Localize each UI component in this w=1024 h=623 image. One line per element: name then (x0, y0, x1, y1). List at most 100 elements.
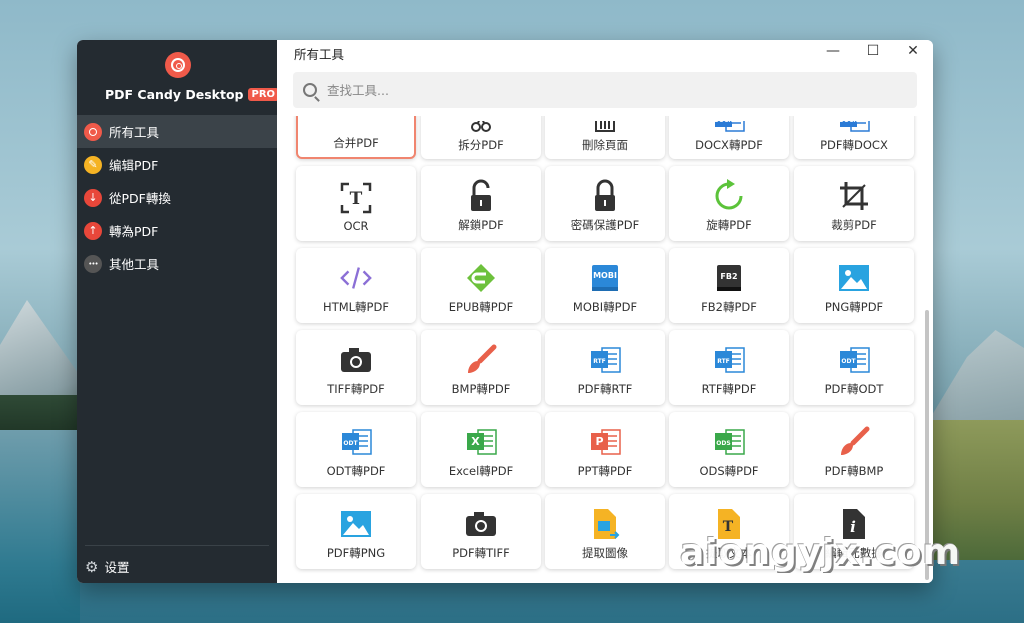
search-bar[interactable] (293, 72, 917, 108)
settings-button[interactable]: ⚙ 设置 (85, 557, 129, 576)
tool-tile[interactable]: PNG轉PDF (794, 248, 914, 323)
odt-icon: ODT (339, 425, 373, 459)
desktop-mountain-right (929, 330, 1024, 420)
settings-label: 设置 (104, 560, 130, 575)
tool-label: 刪除頁面 (582, 138, 628, 152)
sidebar-item-3[interactable]: ↑ 轉為PDF (77, 214, 277, 247)
sidebar-item-label: 编辑PDF (109, 158, 159, 173)
tool-tile[interactable]: 合并PDF (296, 116, 416, 159)
tool-tile[interactable]: 密碼保護PDF (545, 166, 665, 241)
svg-text:T: T (350, 189, 363, 209)
tool-tile[interactable]: PDF轉PNG (296, 494, 416, 569)
tool-tile[interactable]: MOBI MOBI轉PDF (545, 248, 665, 323)
docx-icon: DOCX (712, 121, 746, 135)
rtf-icon: RTF (588, 343, 622, 377)
scrollbar[interactable] (925, 120, 929, 580)
mobi-icon: MOBI (588, 261, 622, 295)
tool-tile[interactable]: HTML轉PDF (296, 248, 416, 323)
epub-icon (464, 261, 498, 295)
sidebar-item-0[interactable]: 所有工具 (77, 115, 277, 148)
tool-tile[interactable]: ODT ODT轉PDF (296, 412, 416, 487)
tool-tile[interactable]: DOCX PDF轉DOCX (794, 116, 914, 159)
main-panel: 所有工具 — ☐ ✕ 合并PDF拆分PDF刪除頁面DOCXDOCX轉PDFDOC… (277, 40, 933, 583)
tool-tile[interactable]: T OCR (296, 166, 416, 241)
tool-tile[interactable]: TIFF轉PDF (296, 330, 416, 405)
tool-tile[interactable]: 裁剪PDF (794, 166, 914, 241)
search-input[interactable] (327, 82, 887, 98)
sidebar-item-2[interactable]: ↓ 從PDF轉換 (77, 181, 277, 214)
ods-icon: ODS (712, 425, 746, 459)
tool-label: FB2轉PDF (701, 300, 757, 314)
tool-tile[interactable]: P PPT轉PDF (545, 412, 665, 487)
tool-tile[interactable]: 拆分PDF (421, 116, 541, 159)
tool-tile[interactable]: 旋轉PDF (669, 166, 789, 241)
tool-tile[interactable]: PDF轉BMP (794, 412, 914, 487)
tool-label: 合并PDF (333, 136, 379, 150)
tool-tile[interactable]: ODT PDF轉ODT (794, 330, 914, 405)
gear-icon: ⚙ (85, 557, 99, 576)
tool-tile[interactable]: EPUB轉PDF (421, 248, 541, 323)
tool-label: PDF轉BMP (824, 464, 884, 478)
tool-tile[interactable]: DOCX DOCX轉PDF (669, 116, 789, 159)
tool-label: DOCX轉PDF (695, 138, 763, 152)
tool-tile[interactable]: FB2 FB2轉PDF (669, 248, 789, 323)
tool-label: MOBI轉PDF (572, 300, 638, 314)
unlock-icon (464, 179, 498, 213)
crop-icon (837, 179, 871, 213)
pro-badge: PRO (247, 88, 280, 101)
svg-text:ODT: ODT (841, 358, 856, 365)
tool-tile[interactable]: RTF RTF轉PDF (669, 330, 789, 405)
svg-text:FB2: FB2 (720, 272, 737, 281)
sidebar-item-label: 轉為PDF (109, 224, 159, 239)
svg-text:P: P (595, 435, 603, 448)
rotate-icon (712, 179, 746, 213)
search-icon (303, 83, 317, 97)
minimize-icon: — (826, 43, 840, 59)
maximize-icon: ☐ (866, 43, 880, 59)
tool-label: OCR (343, 219, 369, 233)
app-name: PDF Candy Desktop PRO (105, 87, 280, 102)
sidebar-item-1[interactable]: ✎ 编辑PDF (77, 148, 277, 181)
tool-label: 拆分PDF (458, 138, 504, 152)
tool-label: ODS轉PDF (699, 464, 759, 478)
app-logo-icon (165, 52, 191, 78)
camera-icon (339, 343, 373, 377)
tool-tile[interactable]: 解鎖PDF (421, 166, 541, 241)
tool-label: 裁剪PDF (831, 218, 877, 232)
tool-label: PDF轉PNG (326, 546, 386, 560)
tool-label: Excel轉PDF (448, 464, 514, 478)
fb2-icon: FB2 (712, 261, 746, 295)
app-window: PDF Candy Desktop PRO 所有工具 ✎ 编辑PDF ↓ 從PDF轉換 ↑… (77, 40, 933, 583)
tool-label: RTF轉PDF (701, 382, 757, 396)
svg-text:RTF: RTF (717, 358, 730, 365)
sidebar-nav: 所有工具 ✎ 编辑PDF ↓ 從PDF轉換 ↑ 轉為PDF ••• 其他工具 (77, 115, 277, 280)
tool-tile[interactable]: RTF PDF轉RTF (545, 330, 665, 405)
tool-tile[interactable]: BMP轉PDF (421, 330, 541, 405)
sidebar-item-4[interactable]: ••• 其他工具 (77, 247, 277, 280)
close-button[interactable]: ✕ (893, 40, 933, 62)
rtf-icon: RTF (712, 343, 746, 377)
arrow-up-icon: ↑ (84, 221, 102, 240)
window-controls: — ☐ ✕ (813, 40, 933, 62)
docx-icon: DOCX (837, 121, 871, 135)
tool-tile[interactable]: 刪除頁面 (545, 116, 665, 159)
minimize-button[interactable]: — (813, 40, 853, 62)
more-icon: ••• (84, 254, 102, 273)
scissors-icon (464, 121, 498, 135)
sidebar-item-label: 所有工具 (109, 125, 160, 140)
maximize-button[interactable]: ☐ (853, 40, 893, 62)
lollipop-icon (84, 122, 102, 141)
tool-tile[interactable]: ODS ODS轉PDF (669, 412, 789, 487)
tool-label: PDF轉TIFF (452, 546, 510, 560)
svg-text:MOBI: MOBI (593, 271, 617, 280)
page-title: 所有工具 (294, 47, 345, 62)
tool-tile[interactable]: X Excel轉PDF (421, 412, 541, 487)
ocr-icon: T (339, 181, 373, 215)
tool-tile[interactable]: 提取圖像 (545, 494, 665, 569)
tool-label: PDF轉ODT (824, 382, 884, 396)
tool-label: PDF轉DOCX (820, 138, 888, 152)
svg-text:DOCX: DOCX (839, 121, 858, 124)
tool-tile[interactable]: PDF轉TIFF (421, 494, 541, 569)
brush-icon (464, 343, 498, 377)
svg-text:X: X (471, 435, 480, 448)
